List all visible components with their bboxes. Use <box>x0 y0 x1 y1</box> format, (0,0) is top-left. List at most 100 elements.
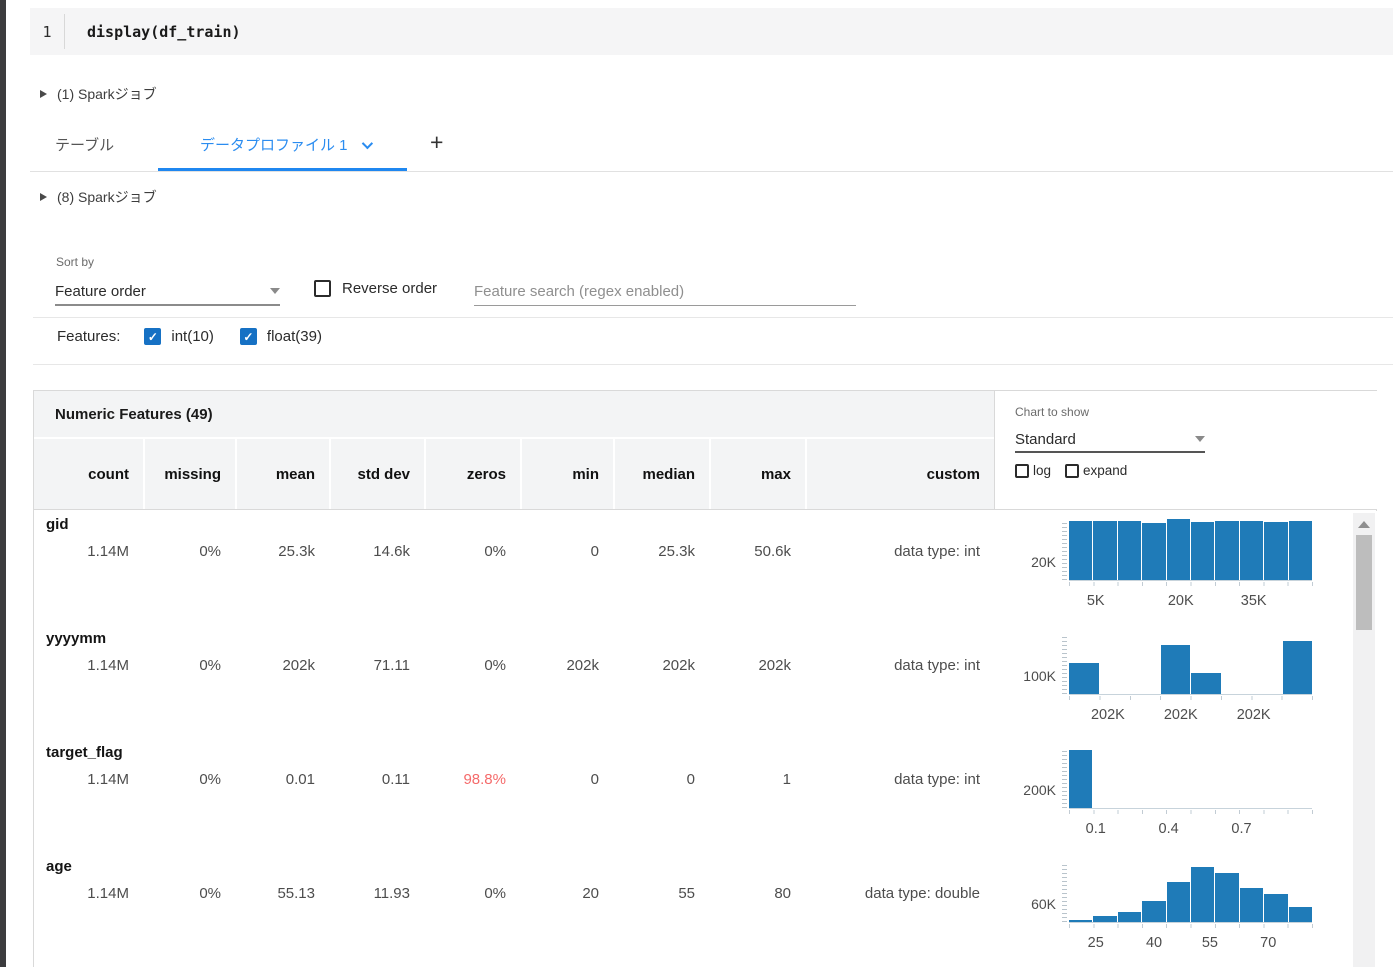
histogram-bar[interactable] <box>1069 520 1093 580</box>
feature-filter[interactable]: ✓ float(39) <box>239 328 322 345</box>
spark-jobs-toggle-profile[interactable]: (8) Sparkジョブ <box>40 187 157 207</box>
code-cell[interactable]: 1 display(df_train) <box>30 8 1393 55</box>
feature-values: 1.14M 0% 55.13 11.93 0% 20 55 80 data type: doub… <box>34 885 994 902</box>
notebook-cell-gutter-bar <box>0 0 6 967</box>
y-axis-ticks <box>1062 637 1067 694</box>
active-tab-underline <box>158 168 407 171</box>
chart-option-checks: log expand <box>1015 463 1377 478</box>
histogram-bar[interactable] <box>1166 519 1191 580</box>
scrollbar-thumb[interactable] <box>1356 535 1372 630</box>
x-axis-ticks <box>1069 924 1313 928</box>
chevron-down-icon[interactable] <box>361 137 373 149</box>
expand-option[interactable]: expand <box>1065 463 1127 478</box>
expand-label: expand <box>1083 463 1128 478</box>
sort-by-value: Feature order <box>55 282 146 300</box>
sort-by-label: Sort by <box>56 255 95 269</box>
histogram-bar[interactable] <box>1160 644 1190 694</box>
x-axis-ticks <box>1069 810 1313 814</box>
histogram-bar[interactable] <box>1288 520 1313 580</box>
tab-data-profile[interactable]: データプロファイル 1 <box>200 134 373 155</box>
x-axis-ticks <box>1069 696 1313 700</box>
column-header-count: count <box>88 465 129 483</box>
histogram-bar[interactable] <box>1239 521 1264 580</box>
add-tab-button[interactable]: + <box>430 129 443 156</box>
scroll-up-arrow-icon[interactable] <box>1358 521 1370 528</box>
feature-filter[interactable]: ✓ int(10) <box>144 328 214 345</box>
feature-name: gid <box>46 516 69 533</box>
histogram-bar[interactable] <box>1166 881 1191 922</box>
value-mean: 55.13 <box>277 885 315 902</box>
spark-jobs-label: (8) Sparkジョブ <box>57 189 157 205</box>
value-median: 25.3k <box>658 543 695 560</box>
value-zeros: 0% <box>484 885 506 902</box>
feature-search-input[interactable] <box>474 278 856 306</box>
log-label: log <box>1033 463 1052 478</box>
x-axis-tick-label: 55 <box>1201 935 1218 951</box>
table-title: Numeric Features (49) <box>34 391 994 437</box>
histogram-bar[interactable] <box>1069 662 1099 694</box>
histogram-plot[interactable] <box>1062 747 1312 809</box>
histogram-bar[interactable] <box>1282 640 1312 694</box>
histogram-bar[interactable] <box>1117 911 1142 922</box>
feature-filters: ✓ int(10) ✓ float(39) <box>144 328 322 345</box>
x-axis-tick-label: 5K <box>1086 593 1105 609</box>
features-filter-row: Features: ✓ int(10) ✓ float(39) <box>57 328 322 345</box>
feature-values: 1.14M 0% 0.01 0.11 98.8% 0 0 1 data type: int <box>34 771 994 788</box>
value-max: 202k <box>758 657 791 674</box>
histogram-bar[interactable] <box>1093 915 1117 922</box>
histogram-bar[interactable] <box>1264 522 1288 580</box>
histogram-plot[interactable] <box>1062 861 1313 923</box>
table-scrollbar[interactable] <box>1353 513 1375 967</box>
x-axis-tick-label: 25 <box>1087 935 1104 951</box>
table-header-row: count missing mean std dev zeros min median max… <box>34 439 994 510</box>
y-axis-label: 60K <box>1031 896 1056 912</box>
histogram-bar[interactable] <box>1069 920 1093 922</box>
value-mean: 202k <box>282 657 315 674</box>
histogram-bar[interactable] <box>1215 520 1239 580</box>
value-custom: data type: int <box>894 657 980 674</box>
column-header-mean: mean <box>235 439 329 509</box>
x-axis-tick-label: 40 <box>1145 935 1163 951</box>
tabs-bottom-border <box>30 171 1393 172</box>
x-axis-tick-label: 0.4 <box>1158 821 1179 837</box>
column-header-median: median <box>613 439 709 509</box>
value-max: 1 <box>782 771 791 788</box>
histogram-plot[interactable] <box>1062 519 1313 581</box>
log-option[interactable]: log <box>1015 463 1051 478</box>
histogram-bar[interactable] <box>1142 901 1166 922</box>
code-text[interactable]: display(df_train) <box>87 23 241 41</box>
value-max: 80 <box>774 885 791 902</box>
histogram-bar[interactable] <box>1191 673 1221 694</box>
histogram-bar[interactable] <box>1288 906 1313 922</box>
histogram-bar[interactable] <box>1215 873 1239 922</box>
expand-checkbox[interactable] <box>1065 463 1080 478</box>
histogram-bar[interactable] <box>1191 522 1215 580</box>
feature-filter-label: float(39) <box>266 328 322 345</box>
reverse-order-control[interactable]: Reverse order <box>314 280 437 297</box>
feature-filter-checkbox[interactable]: ✓ <box>144 328 162 345</box>
column-header-zeros: zeros <box>424 439 520 509</box>
reverse-order-checkbox[interactable] <box>314 280 331 297</box>
value-std_dev: 71.11 <box>373 657 410 674</box>
histogram-bar[interactable] <box>1093 521 1117 580</box>
chart-type-value: Standard <box>1015 430 1076 448</box>
log-checkbox[interactable] <box>1015 463 1029 478</box>
histogram-bar[interactable] <box>1142 522 1166 580</box>
value-median: 0 <box>686 771 695 788</box>
histogram-plot[interactable] <box>1062 633 1312 695</box>
chart-type-select[interactable]: Standard <box>1015 427 1205 453</box>
tab-data-profile-label: データプロファイル 1 <box>200 137 348 154</box>
column-header-custom: custom <box>805 439 994 509</box>
value-custom: data type: int <box>894 771 980 788</box>
sort-by-select[interactable]: Feature order <box>55 278 280 306</box>
histogram-bar[interactable] <box>1117 520 1142 580</box>
tab-table[interactable]: テーブル <box>55 134 114 155</box>
histogram-bar[interactable] <box>1069 750 1093 808</box>
feature-filter-checkbox[interactable]: ✓ <box>239 328 257 345</box>
histogram-yyyymm: 100K 202K 202K 202K <box>994 625 1378 739</box>
spark-jobs-toggle-top[interactable]: (1) Sparkジョブ <box>40 84 157 104</box>
histogram-bar[interactable] <box>1264 893 1288 922</box>
histogram-bar[interactable] <box>1239 888 1264 922</box>
histogram-bar[interactable] <box>1191 867 1215 922</box>
dropdown-arrow-icon <box>270 288 280 294</box>
